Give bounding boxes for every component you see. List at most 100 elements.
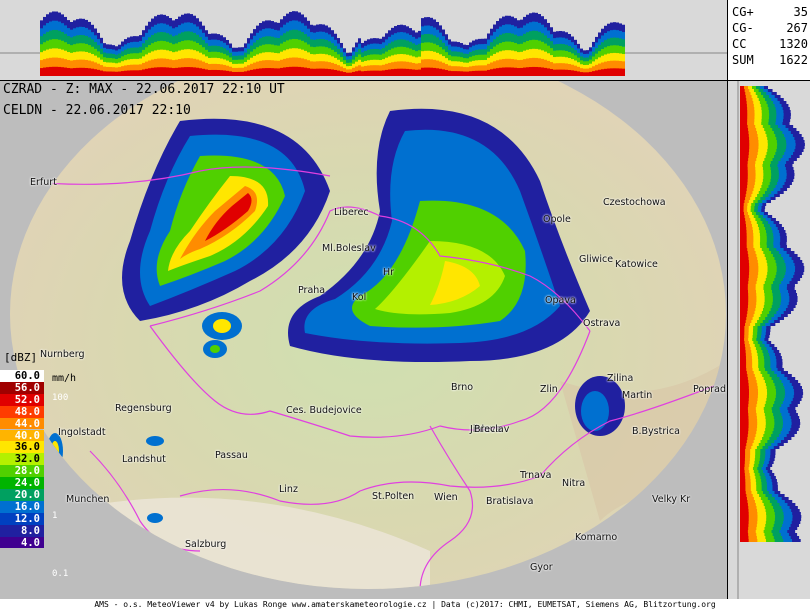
cross-section-cell — [160, 67, 163, 76]
cross-section-cell — [740, 158, 749, 161]
city-label: Regensburg — [115, 403, 172, 414]
legend-level: 44.0 — [0, 417, 44, 430]
cross-section-cell — [740, 287, 748, 290]
cross-section-cell — [740, 488, 746, 491]
cross-section-cell — [343, 72, 346, 76]
cross-section-cell — [740, 530, 748, 533]
cross-section-cell — [740, 242, 747, 245]
cross-section-cell — [740, 422, 749, 425]
cross-section-cell — [559, 69, 562, 76]
stat-cg-plus: CG+ 35 — [732, 5, 808, 19]
cross-section-cell — [740, 227, 747, 230]
cross-section-cell — [740, 392, 750, 395]
cross-section-cell — [535, 66, 538, 76]
radar-map[interactable]: CZRAD - Z: MAX - 22.06.2017 22:10 UT CEL… — [0, 81, 727, 599]
cross-section-cell — [262, 68, 265, 76]
cross-section-cell — [409, 69, 412, 76]
cross-section-cell — [169, 67, 172, 76]
cross-section-cell — [70, 68, 73, 76]
cross-section-cell — [740, 461, 745, 464]
cross-section-cell — [142, 69, 145, 76]
cross-section-cell — [740, 203, 744, 206]
cross-section-cell — [740, 470, 745, 473]
cross-section-cell — [265, 68, 268, 76]
cross-section-cell — [740, 539, 749, 542]
cross-section-cell — [544, 67, 547, 76]
cross-section-cell — [740, 491, 746, 494]
radar-map-svg — [10, 81, 726, 589]
cross-section-cell — [740, 191, 747, 194]
cross-section-cell — [740, 407, 748, 410]
cross-section-cell — [280, 67, 283, 76]
cross-section-cell — [205, 69, 208, 76]
cross-section-cell — [740, 446, 746, 449]
cross-section-cell — [379, 70, 382, 76]
cross-section-cell — [740, 320, 746, 323]
cross-section-cell — [79, 67, 82, 76]
cross-section-cell — [740, 356, 746, 359]
cross-section-cell — [109, 71, 112, 76]
cross-section-cell — [145, 68, 148, 76]
cross-section-cell — [610, 68, 613, 76]
cross-section-cell — [538, 67, 541, 76]
cross-section-cell — [271, 68, 274, 76]
cross-section-cell — [217, 70, 220, 76]
cross-section-cell — [106, 71, 109, 76]
cross-section-cell — [740, 443, 747, 446]
cross-section-cell — [112, 71, 115, 76]
cross-section-cell — [400, 68, 403, 76]
cross-section-cell — [740, 221, 746, 224]
cross-section-cell — [740, 413, 749, 416]
cross-section-cell — [740, 518, 749, 521]
city-label: Velky Kr — [652, 494, 691, 505]
cross-section-cell — [740, 479, 746, 482]
cross-section-cell — [505, 67, 508, 76]
cross-section-cell — [181, 67, 184, 76]
cross-section-cell — [571, 70, 574, 76]
cross-section-cell — [157, 67, 160, 76]
cross-section-cell — [355, 71, 358, 76]
cross-section-cell — [740, 260, 749, 263]
cross-section-cell — [740, 527, 749, 530]
cross-section-cell — [740, 236, 747, 239]
cross-section-cell — [346, 72, 349, 76]
cross-section-cell — [64, 67, 67, 76]
cross-section-cell — [740, 296, 749, 299]
cross-section-cell — [349, 72, 352, 76]
cross-section-cell — [283, 67, 286, 76]
cross-section-cell — [100, 70, 103, 76]
cross-section-cell — [740, 251, 748, 254]
cross-section-cell — [184, 67, 187, 76]
legend-level: 60.0 — [0, 370, 44, 382]
cross-section-cell — [382, 70, 385, 76]
header-radar-line: CZRAD - Z: MAX - 22.06.2017 22:10 UT — [3, 82, 285, 97]
cross-section-cell — [740, 374, 748, 377]
cross-section-cell — [740, 536, 749, 539]
cross-section-cell — [740, 101, 747, 104]
city-label: Ingolstadt — [58, 427, 106, 438]
cross-section-cell — [740, 359, 747, 362]
legend-level: 48.0 — [0, 405, 44, 418]
cross-section-cell — [740, 89, 745, 92]
cross-section-cell — [238, 71, 241, 76]
cross-section-cell — [361, 71, 364, 76]
cross-section-cell — [49, 66, 52, 76]
cross-section-cell — [136, 70, 139, 76]
cross-section-cell — [740, 86, 745, 89]
city-label: Kol — [352, 292, 367, 303]
cross-section-cell — [740, 317, 747, 320]
cross-section-cell — [166, 67, 169, 76]
cross-section-cell — [340, 71, 343, 76]
cross-section-cell — [478, 70, 481, 76]
cross-section-cell — [740, 458, 745, 461]
cross-section-cell — [298, 66, 301, 76]
cross-section-cell — [337, 70, 340, 76]
cross-section-cell — [442, 69, 445, 76]
cross-section-cell — [740, 302, 749, 305]
cross-section-cell — [740, 137, 750, 140]
cross-section-cell — [740, 521, 749, 524]
cross-section-cell — [43, 67, 46, 76]
legend-level: 12.0 — [0, 512, 44, 525]
cross-section-cell — [740, 350, 746, 353]
cross-section-cell — [740, 149, 750, 152]
